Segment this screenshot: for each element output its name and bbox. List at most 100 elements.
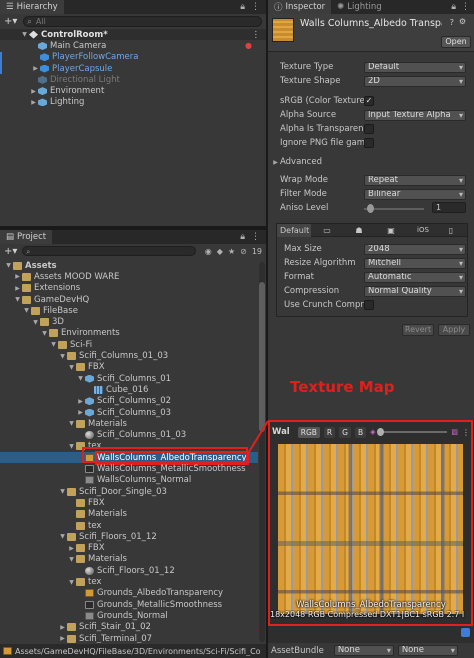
hierarchy-item[interactable]: ▶ Lighting: [0, 97, 266, 108]
expand-arrow-icon[interactable]: ▼: [67, 443, 76, 450]
hierarchy-item[interactable]: Main Camera ●: [0, 40, 266, 51]
aniso-slider-thumb[interactable]: [367, 204, 374, 213]
project-tree-item[interactable]: ▼ Scifi_Columns_01: [0, 373, 258, 384]
advanced-foldout[interactable]: ▶ Advanced: [271, 157, 322, 167]
more-menu-icon[interactable]: ⋮: [251, 232, 260, 242]
hierarchy-item[interactable]: PlayerFollowCamera: [0, 51, 266, 63]
settings-icon[interactable]: ⚙: [459, 17, 466, 26]
asset-bundle-dropdown[interactable]: None: [333, 645, 394, 656]
project-tree-item[interactable]: Scifi_Columns_01_03: [0, 430, 258, 441]
revert-button[interactable]: Revert: [402, 324, 434, 336]
expand-arrow-icon[interactable]: ▶: [76, 398, 85, 405]
expand-arrow-icon[interactable]: ▼: [20, 31, 29, 38]
tab-lighting[interactable]: ✺ Lighting: [331, 0, 388, 14]
channel-r-button[interactable]: R: [323, 426, 336, 438]
expand-arrow-icon[interactable]: ▼: [67, 579, 76, 586]
tvos-icon[interactable]: ▯: [439, 226, 463, 235]
expand-arrow-icon[interactable]: ▼: [58, 353, 67, 360]
project-tree-item[interactable]: ▼ GameDevHQ: [0, 294, 258, 305]
expand-arrow-icon[interactable]: ▼: [22, 307, 31, 314]
expand-arrow-icon[interactable]: ▶: [58, 635, 67, 642]
scene-row[interactable]: ▼ ControlRoom* ⋮: [0, 29, 266, 41]
texture-type-dropdown[interactable]: Default: [364, 62, 466, 73]
filter-type-icon[interactable]: ◉: [205, 247, 212, 256]
alpha-source-dropdown[interactable]: Input Texture Alpha: [364, 110, 466, 121]
scene-menu-icon[interactable]: ⋮: [252, 30, 261, 40]
project-scrollbar[interactable]: [259, 262, 265, 642]
lock-icon[interactable]: 🔒︎: [451, 2, 456, 12]
lock-icon[interactable]: 🔒︎: [240, 232, 245, 242]
expand-arrow-icon[interactable]: ▶: [76, 409, 85, 416]
channel-g-button[interactable]: G: [339, 426, 351, 438]
channel-rgb-button[interactable]: RGB: [297, 426, 320, 438]
expand-arrow-icon[interactable]: ▶: [67, 545, 76, 552]
expand-arrow-icon[interactable]: ▶: [13, 285, 22, 292]
project-tree-item[interactable]: ▼ Scifi_Columns_01_03: [0, 350, 258, 361]
hidden-packages-icon[interactable]: ⊘: [240, 247, 247, 256]
lock-icon[interactable]: 🔒︎: [240, 2, 245, 12]
asset-bundle-variant-dropdown[interactable]: None: [397, 645, 458, 656]
resize-algorithm-dropdown[interactable]: Mitchell: [364, 258, 466, 269]
ignore-png-checkbox[interactable]: [364, 138, 374, 148]
project-tree-item[interactable]: ▶ Assets MOOD WARE: [0, 271, 258, 282]
project-tree-item[interactable]: ▼ FBX: [0, 362, 258, 373]
project-tree-item[interactable]: WallsColumns_AlbedoTransparency: [0, 450, 258, 465]
project-tree-item[interactable]: WallsColumns_Normal: [0, 475, 258, 486]
more-menu-icon[interactable]: ⋮: [461, 2, 470, 12]
expand-arrow-icon[interactable]: ▼: [4, 262, 13, 269]
expand-arrow-icon[interactable]: ▼: [76, 375, 85, 382]
mip-slider-track[interactable]: [377, 428, 448, 436]
expand-arrow-icon[interactable]: ▶: [13, 273, 22, 280]
project-tree-item[interactable]: ▼ Scifi_Floors_01_12: [0, 531, 258, 542]
wrap-mode-dropdown[interactable]: Repeat: [364, 175, 466, 186]
alpha-transparency-checkbox[interactable]: [364, 124, 374, 134]
project-tree-item[interactable]: FBX: [0, 497, 258, 508]
project-tree-item[interactable]: ▼ Materials: [0, 554, 258, 565]
expand-arrow-icon[interactable]: ▼: [67, 420, 76, 427]
expand-arrow-icon[interactable]: ▶: [29, 99, 38, 106]
apply-button[interactable]: Apply: [438, 324, 470, 336]
mip-level-icon[interactable]: ▨: [451, 428, 458, 436]
project-tree-item[interactable]: Grounds_AlbedoTransparency: [0, 588, 258, 599]
format-dropdown[interactable]: Automatic: [364, 272, 466, 283]
hierarchy-search-field[interactable]: ⌕ All: [23, 16, 262, 27]
project-tree-item[interactable]: Cube_016: [0, 384, 258, 395]
project-tree-item[interactable]: ▶ Extensions: [0, 283, 258, 294]
bundle-tag-icon[interactable]: [461, 628, 470, 637]
project-tree-item[interactable]: ▼ 3D: [0, 317, 258, 328]
expand-arrow-icon[interactable]: ▼: [67, 364, 76, 371]
aniso-value-field[interactable]: 1: [432, 202, 466, 213]
expand-arrow-icon[interactable]: ▼: [49, 341, 58, 348]
help-icon[interactable]: ?: [450, 18, 454, 27]
expand-arrow-icon[interactable]: ▶: [58, 624, 67, 631]
favorite-star-icon[interactable]: ★: [228, 247, 235, 256]
project-tree-item[interactable]: ▼ FileBase: [0, 305, 258, 316]
monitor-icon[interactable]: ▭: [311, 226, 343, 235]
project-tree-item[interactable]: ▼ Materials: [0, 418, 258, 429]
scrollbar-thumb[interactable]: [259, 282, 265, 432]
project-tree-item[interactable]: ▶ FBX: [0, 543, 258, 554]
webgl-icon[interactable]: ▣: [375, 226, 407, 235]
hierarchy-item[interactable]: ▶ PlayerCapsule: [0, 62, 266, 75]
expand-arrow-icon[interactable]: ▼: [13, 296, 22, 303]
texture-shape-dropdown[interactable]: 2D: [364, 76, 466, 87]
project-tree-item[interactable]: Materials: [0, 509, 258, 520]
expand-arrow-icon[interactable]: ▶: [31, 65, 40, 72]
project-tree-item[interactable]: ▶ Scifi_Stair_01_02: [0, 622, 258, 633]
expand-arrow-icon[interactable]: ▼: [40, 330, 49, 337]
tab-inspector[interactable]: ⓘ Inspector: [268, 0, 332, 14]
mip-slider-thumb[interactable]: [377, 428, 385, 436]
hierarchy-add-button[interactable]: +▾: [4, 16, 17, 27]
expand-arrow-icon[interactable]: ▶: [29, 88, 38, 95]
android-icon[interactable]: ☗: [343, 226, 375, 235]
breadcrumb[interactable]: Assets/GameDevHQ/FileBase/3D/Environment…: [15, 647, 261, 656]
tab-hierarchy[interactable]: ☰ Hierarchy: [0, 0, 64, 14]
project-tree-item[interactable]: ▼ Scifi_Door_Single_03: [0, 486, 258, 497]
open-button[interactable]: Open: [441, 36, 471, 48]
expand-arrow-icon[interactable]: ▼: [67, 556, 76, 563]
project-tree-item[interactable]: WallsColumns_MetallicSmoothness: [0, 463, 258, 474]
platform-tab-ios[interactable]: iOS: [407, 226, 439, 234]
tab-project[interactable]: ▤ Project: [0, 230, 53, 244]
filter-label-icon[interactable]: ◆: [217, 247, 223, 256]
expand-arrow-icon[interactable]: ▼: [58, 533, 67, 540]
